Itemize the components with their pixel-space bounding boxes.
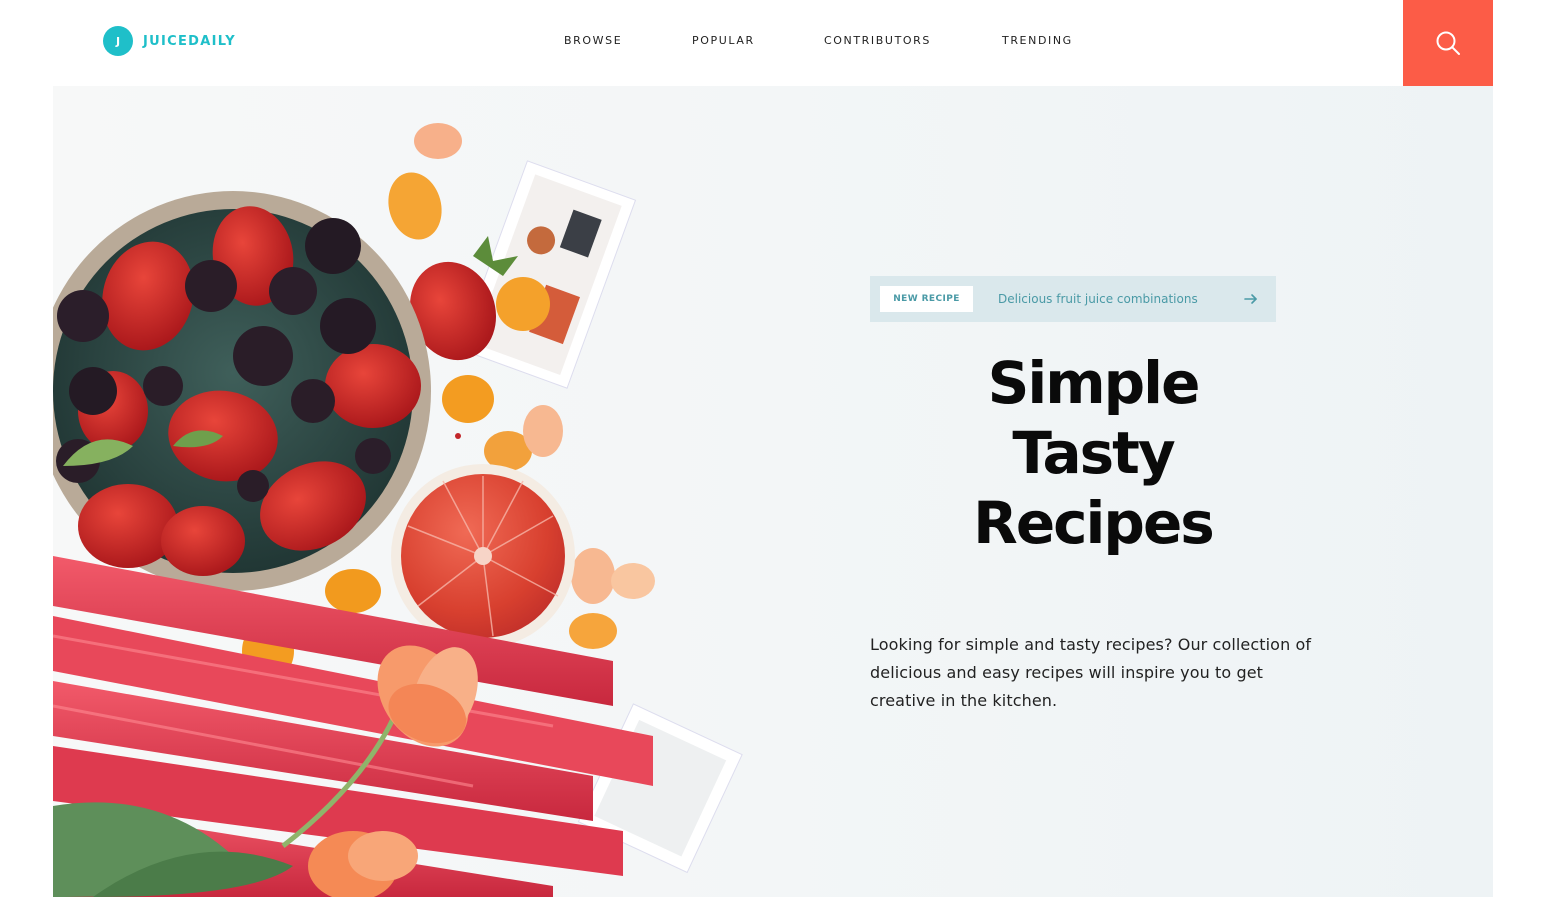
hero-title-line-2: Tasty xyxy=(1012,419,1175,487)
nav-item-popular[interactable]: POPULAR xyxy=(692,34,755,47)
arrow-right-icon xyxy=(1244,294,1257,304)
hero-title-line-1: Simple xyxy=(987,349,1201,417)
hero-description: Looking for simple and tasty recipes? Ou… xyxy=(870,635,1312,710)
search-icon xyxy=(1436,31,1460,55)
search-button[interactable] xyxy=(1403,0,1493,86)
nav-item-contributors[interactable]: CONTRIBUTORS xyxy=(824,34,931,47)
hero-section: NEW RECIPE Delicious fruit juice combina… xyxy=(53,86,1493,897)
site-header: J JUICEDAILY BROWSE POPULAR CONTRIBUTORS… xyxy=(0,0,1552,86)
hero-photo xyxy=(53,123,743,897)
nav-item-trending[interactable]: TRENDING xyxy=(1002,34,1073,47)
nav-item-browse[interactable]: BROWSE xyxy=(564,34,622,47)
hero-title-line-3: Recipes xyxy=(973,489,1215,557)
new-recipe-banner[interactable]: NEW RECIPE Delicious fruit juice combina… xyxy=(870,276,1276,322)
hero-title: Simple Tasty Recipes xyxy=(953,348,1233,558)
new-recipe-tag: NEW RECIPE xyxy=(880,286,973,312)
new-recipe-link-text: Delicious fruit juice combinations xyxy=(998,292,1198,306)
main-nav: BROWSE POPULAR CONTRIBUTORS TRENDING xyxy=(0,34,1552,50)
